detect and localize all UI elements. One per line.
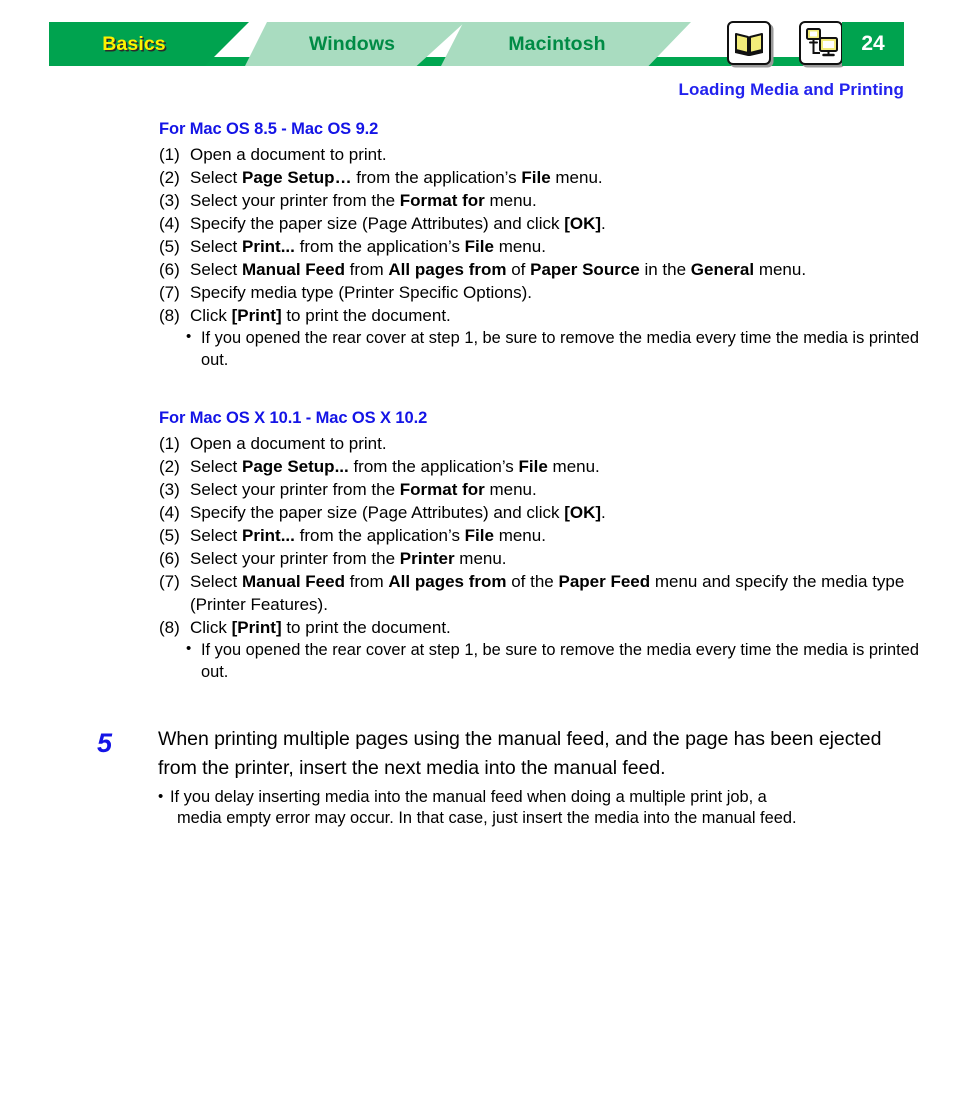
step-text: Specify the paper size (Page Attributes)… bbox=[190, 503, 606, 522]
step-text: Select your printer from the Format for … bbox=[190, 191, 537, 210]
step-item: (5) Select Print... from the application… bbox=[159, 524, 919, 547]
step-text: Select your printer from the Printer men… bbox=[190, 549, 507, 568]
step-item: (3) Select your printer from the Format … bbox=[159, 189, 919, 212]
step-item: (8) Click [Print] to print the document. bbox=[159, 616, 919, 639]
tab-basics-label: Basics bbox=[102, 32, 166, 55]
section-heading: For Mac OS X 10.1 - Mac OS X 10.2 bbox=[159, 409, 428, 427]
step-item: (2) Select Page Setup… from the applicat… bbox=[159, 166, 919, 189]
section-note: • If you opened the rear cover at step 1… bbox=[159, 639, 919, 683]
network-computers-icon[interactable] bbox=[799, 21, 843, 65]
step-item: (4) Specify the paper size (Page Attribu… bbox=[159, 501, 919, 524]
step-text: Select Page Setup… from the application’… bbox=[190, 168, 603, 187]
bullet-dot: • bbox=[158, 788, 164, 805]
step-item: (5) Select Print... from the application… bbox=[159, 235, 919, 258]
step-marker: (7) bbox=[159, 283, 180, 302]
numbered-step-5: 5 When printing multiple pages using the… bbox=[0, 725, 954, 829]
step-note-line-2: media empty error may occur. In that cas… bbox=[177, 809, 797, 827]
step-text: Select your printer from the Format for … bbox=[190, 480, 537, 499]
section-heading: For Mac OS 8.5 - Mac OS 9.2 bbox=[159, 120, 379, 138]
page-number-badge: 24 bbox=[842, 22, 904, 66]
step-item: (6) Select Manual Feed from All pages fr… bbox=[159, 258, 919, 281]
step-item: (1) Open a document to print. bbox=[159, 143, 919, 166]
step-marker: (2) bbox=[159, 457, 180, 476]
step-marker: (4) bbox=[159, 214, 180, 233]
step-item: (3) Select your printer from the Format … bbox=[159, 478, 919, 501]
step-list: (1) Open a document to print. (2) Select… bbox=[159, 143, 919, 371]
step-marker: (6) bbox=[159, 260, 180, 279]
section-note-text: If you opened the rear cover at step 1, … bbox=[201, 329, 919, 369]
step-text: Select Manual Feed from All pages from o… bbox=[190, 572, 905, 614]
step-marker: (1) bbox=[159, 145, 180, 164]
step-text: Click [Print] to print the document. bbox=[190, 618, 451, 637]
step-text: Open a document to print. bbox=[190, 145, 387, 164]
step-text: Select Print... from the application’s F… bbox=[190, 237, 546, 256]
step-item: (7) Specify media type (Printer Specific… bbox=[159, 281, 919, 304]
tab-basics[interactable]: Basics bbox=[49, 22, 249, 66]
step-item: (2) Select Page Setup... from the applic… bbox=[159, 455, 919, 478]
page-content: For Mac OS 8.5 - Mac OS 9.2 (1) Open a d… bbox=[0, 120, 954, 829]
section-mac-os-x-101: For Mac OS X 10.1 - Mac OS X 10.2 (1) Op… bbox=[0, 409, 954, 683]
step-item: (1) Open a document to print. bbox=[159, 432, 919, 455]
section-note: • If you opened the rear cover at step 1… bbox=[159, 327, 919, 371]
step-text: Open a document to print. bbox=[190, 434, 387, 453]
step-note-line-1: If you delay inserting media into the ma… bbox=[170, 788, 767, 806]
step-marker: (8) bbox=[159, 618, 180, 637]
step-text: Select Page Setup... from the applicatio… bbox=[190, 457, 600, 476]
step-marker: (3) bbox=[159, 480, 180, 499]
bullet-dot: • bbox=[186, 640, 192, 657]
page-subtitle: Loading Media and Printing bbox=[678, 80, 904, 99]
step-marker: (3) bbox=[159, 191, 180, 210]
step-list: (1) Open a document to print. (2) Select… bbox=[159, 432, 919, 683]
step-item: (7) Select Manual Feed from All pages fr… bbox=[159, 570, 919, 616]
step-text: Click [Print] to print the document. bbox=[190, 306, 451, 325]
book-icon[interactable] bbox=[727, 21, 771, 65]
section-note-text: If you opened the rear cover at step 1, … bbox=[201, 641, 919, 681]
step-marker: (6) bbox=[159, 549, 180, 568]
tab-macintosh-label: Macintosh bbox=[508, 32, 606, 55]
tab-strip: Basics Windows Macintosh bbox=[49, 21, 904, 66]
tab-macintosh[interactable]: Macintosh bbox=[441, 22, 691, 66]
bullet-dot: • bbox=[186, 328, 192, 345]
step-body: When printing multiple pages using the m… bbox=[158, 725, 918, 829]
step-item: (6) Select your printer from the Printer… bbox=[159, 547, 919, 570]
tab-windows[interactable]: Windows bbox=[245, 22, 465, 66]
section-mac-os-85: For Mac OS 8.5 - Mac OS 9.2 (1) Open a d… bbox=[0, 120, 954, 371]
step-main-text: When printing multiple pages using the m… bbox=[158, 728, 882, 779]
tab-windows-label: Windows bbox=[308, 32, 396, 55]
step-number: 5 bbox=[97, 728, 113, 758]
page-header: Basics Windows Macintosh 24 Loading Medi… bbox=[0, 0, 954, 99]
step-text: Select Manual Feed from All pages from o… bbox=[190, 260, 807, 279]
step-marker: (5) bbox=[159, 526, 180, 545]
step-marker: (5) bbox=[159, 237, 180, 256]
step-marker: (4) bbox=[159, 503, 180, 522]
step-marker: (7) bbox=[159, 572, 180, 591]
step-text: Specify media type (Printer Specific Opt… bbox=[190, 283, 533, 302]
step-text: Select Print... from the application’s F… bbox=[190, 526, 546, 545]
step-marker: (2) bbox=[159, 168, 180, 187]
step-item: (8) Click [Print] to print the document. bbox=[159, 304, 919, 327]
step-text: Specify the paper size (Page Attributes)… bbox=[190, 214, 606, 233]
step-note: • If you delay inserting media into the … bbox=[158, 787, 918, 829]
step-marker: (8) bbox=[159, 306, 180, 325]
step-item: (4) Specify the paper size (Page Attribu… bbox=[159, 212, 919, 235]
step-marker: (1) bbox=[159, 434, 180, 453]
